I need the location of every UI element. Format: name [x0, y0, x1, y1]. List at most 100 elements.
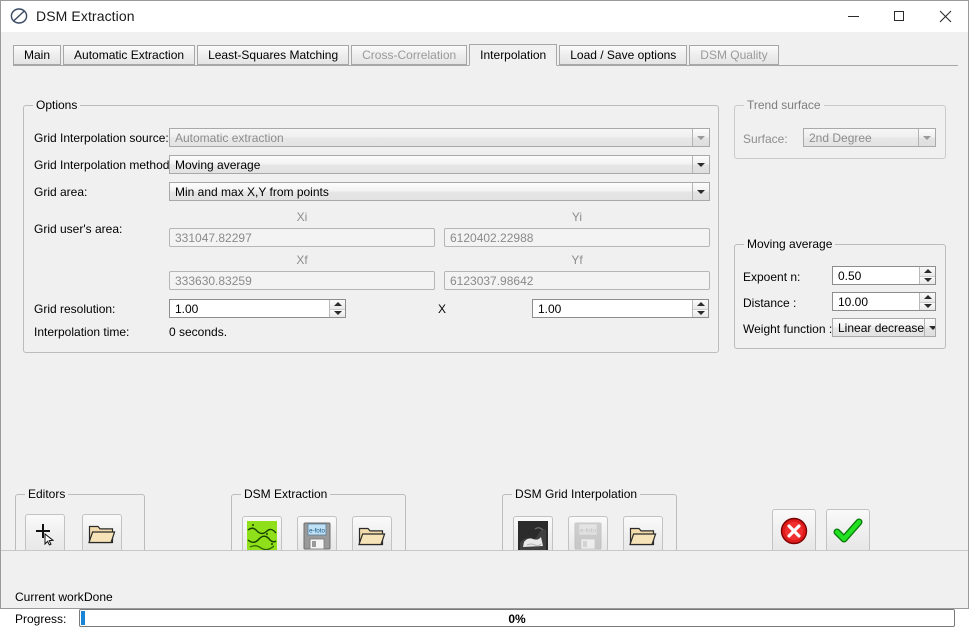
exponent-label: Expoent n:	[743, 270, 801, 284]
chevron-down-icon[interactable]	[692, 156, 709, 173]
folder-open-icon	[88, 525, 116, 544]
grid-resolution-label: Grid resolution:	[34, 302, 116, 316]
plus-cursor-icon	[36, 524, 55, 546]
interpolation-time-label: Interpolation time:	[34, 325, 130, 339]
window-controls	[830, 0, 968, 32]
progress-label: Progress:	[15, 612, 67, 626]
folder-open-icon	[629, 527, 657, 546]
tab-label: Automatic Extraction	[74, 48, 185, 62]
grid-interpolation-source-label: Grid Interpolation source:	[34, 131, 169, 145]
gray-terrain-image-icon	[518, 521, 548, 551]
yi-field: 6120402.22988	[444, 228, 710, 247]
tab-least-squares-matching[interactable]: Least-Squares Matching	[197, 45, 350, 65]
close-button[interactable]	[922, 0, 968, 32]
chevron-down-icon[interactable]	[692, 183, 709, 200]
yi-header: Yi	[571, 210, 583, 224]
tab-label: Load / Save options	[570, 48, 677, 62]
stepper-up-icon[interactable]	[920, 267, 935, 276]
grid-interpolation-source-combo: Automatic extraction	[169, 128, 710, 147]
chevron-down-icon	[692, 129, 709, 146]
surface-label: Surface:	[743, 132, 788, 146]
tab-label: Main	[24, 48, 51, 62]
minimize-button[interactable]	[830, 0, 876, 32]
green-check-icon	[833, 518, 863, 543]
weight-function-label: Weight function :	[743, 322, 833, 336]
new-editor-button[interactable]	[25, 514, 65, 554]
floppy-disk-icon: e-foto	[303, 522, 331, 550]
close-icon	[939, 10, 951, 22]
svg-text:e-foto: e-foto	[580, 528, 596, 535]
yf-value: 6123037.98642	[450, 273, 534, 288]
surface-value: 2nd Degree	[809, 130, 872, 145]
ok-button[interactable]	[826, 509, 870, 553]
grid-area-combo[interactable]: Min and max X,Y from points	[169, 182, 710, 201]
grid-resolution-separator: X	[438, 302, 447, 316]
dsm-extraction-group-title: DSM Extraction	[241, 487, 331, 501]
distance-label: Distance :	[743, 296, 797, 310]
exponent-value[interactable]: 0.50	[833, 267, 919, 284]
progress-percent-label: 0%	[508, 612, 526, 626]
yi-value: 6120402.22988	[450, 230, 534, 245]
moving-average-group-title: Moving average	[744, 237, 836, 251]
chevron-down-icon	[918, 129, 935, 146]
stepper-up-icon[interactable]	[693, 300, 708, 309]
tab-label: Least-Squares Matching	[208, 48, 339, 62]
minimize-icon	[847, 15, 859, 17]
xi-header: Xi	[296, 210, 308, 224]
surface-combo: 2nd Degree	[803, 128, 936, 147]
trend-surface-group-title: Trend surface	[744, 98, 824, 112]
grid-resolution-x-value[interactable]: 1.00	[170, 300, 329, 317]
stepper-down-icon[interactable]	[330, 308, 345, 317]
stepper-buttons[interactable]	[919, 293, 935, 310]
stepper-down-icon[interactable]	[693, 308, 708, 317]
folder-open-icon	[358, 527, 386, 546]
yf-field: 6123037.98642	[444, 271, 710, 290]
tab-label: Interpolation	[480, 48, 547, 62]
cancel-button[interactable]	[772, 509, 816, 553]
stepper-up-icon[interactable]	[330, 300, 345, 309]
tab-label: DSM Quality	[700, 48, 768, 62]
grid-resolution-y-stepper[interactable]: 1.00	[532, 299, 709, 318]
dsm-extraction-window: DSM Extraction Main Automatic Extraction…	[0, 0, 969, 627]
xf-field: 333630.83259	[169, 271, 435, 290]
distance-stepper[interactable]: 10.00	[832, 292, 936, 311]
grid-interpolation-method-label: Grid Interpolation method:	[34, 158, 173, 172]
tab-main[interactable]: Main	[13, 45, 62, 65]
window-title: DSM Extraction	[36, 8, 135, 24]
tab-interpolation[interactable]: Interpolation	[469, 44, 558, 66]
tab-automatic-extraction[interactable]: Automatic Extraction	[63, 45, 196, 65]
options-group-title: Options	[33, 98, 81, 112]
xi-value: 331047.82297	[175, 230, 252, 245]
stepper-buttons[interactable]	[692, 300, 708, 317]
client-area: Main Automatic Extraction Least-Squares …	[1, 32, 968, 627]
grid-resolution-y-value[interactable]: 1.00	[533, 300, 692, 317]
tab-dsm-quality: DSM Quality	[689, 45, 779, 65]
grid-users-area-label: Grid user's area:	[34, 222, 123, 236]
grid-area-label: Grid area:	[34, 185, 88, 199]
floppy-disk-icon: e-foto	[574, 522, 602, 550]
grid-resolution-x-stepper[interactable]: 1.00	[169, 299, 346, 318]
tab-load-save-options[interactable]: Load / Save options	[559, 45, 688, 65]
maximize-button[interactable]	[876, 0, 922, 32]
stepper-down-icon[interactable]	[920, 301, 935, 310]
title-bar: DSM Extraction	[1, 0, 968, 32]
red-x-circle-icon	[780, 517, 808, 545]
grid-interpolation-method-combo[interactable]: Moving average	[169, 155, 710, 174]
dsm-grid-interpolation-group-title: DSM Grid Interpolation	[512, 487, 641, 501]
weight-function-combo[interactable]: Linear decrease	[832, 318, 936, 337]
maximize-icon	[894, 11, 904, 21]
tab-label: Cross-Correlation	[362, 48, 457, 62]
stepper-buttons[interactable]	[919, 267, 935, 284]
chevron-down-icon[interactable]	[924, 319, 935, 336]
xf-header: Xf	[296, 253, 308, 267]
stepper-up-icon[interactable]	[920, 293, 935, 302]
grid-area-value: Min and max X,Y from points	[175, 184, 329, 199]
current-work-value: Done	[84, 590, 113, 604]
tab-strip: Main Automatic Extraction Least-Squares …	[13, 44, 958, 66]
open-editor-button[interactable]	[82, 514, 122, 554]
exponent-stepper[interactable]: 0.50	[832, 266, 936, 285]
stepper-buttons[interactable]	[329, 300, 345, 317]
distance-value[interactable]: 10.00	[833, 293, 919, 310]
tab-cross-correlation: Cross-Correlation	[351, 45, 468, 65]
stepper-down-icon[interactable]	[920, 275, 935, 284]
